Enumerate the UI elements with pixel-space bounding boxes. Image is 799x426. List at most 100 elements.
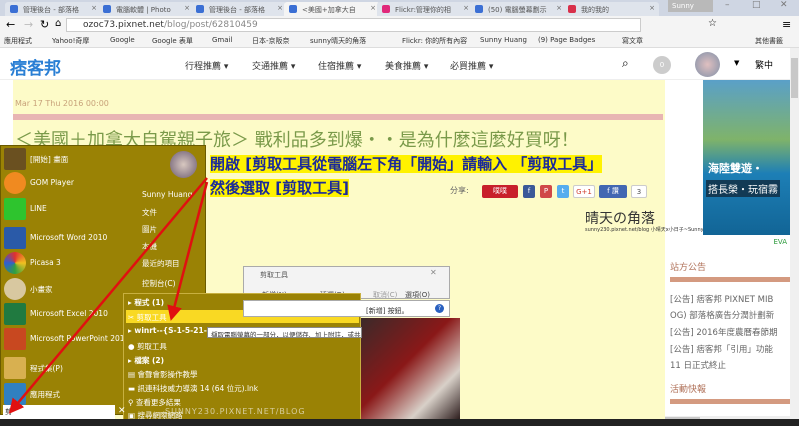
brand-logo: 晴天の角落 <box>585 211 655 227</box>
bookmark[interactable]: Flickr: 你的所有內容 <box>402 36 467 46</box>
nav-itinerary[interactable]: 行程推薦 ▾ <box>185 59 228 72</box>
bookmark[interactable]: Sunny Huang <box>480 36 527 44</box>
control-panel-link[interactable]: 控制台(C) <box>142 278 176 289</box>
tab[interactable]: Flickr:管理你的相 × <box>377 2 473 16</box>
files-header[interactable]: ▸ 檔案 (2) <box>128 355 164 366</box>
pinterest-button[interactable]: P <box>540 185 552 198</box>
user-avatar[interactable] <box>170 151 197 178</box>
facebook-share-button[interactable]: f <box>523 185 535 198</box>
bookmark[interactable]: Google 表單 <box>152 36 193 46</box>
options-button[interactable]: 選項(O) <box>405 290 430 300</box>
snipping-tool-result[interactable]: ● 剪取工具 <box>128 341 167 352</box>
cancel-button[interactable]: 取消(C) <box>373 290 397 300</box>
tab[interactable]: (50) 電腦螢幕劃示 × <box>470 2 566 16</box>
bookmark[interactable]: Gmail <box>212 36 232 44</box>
start-item[interactable]: Picasa 3 <box>0 250 132 276</box>
tab[interactable]: 電腦軟體 | Photo × <box>98 2 194 16</box>
divider <box>670 399 790 404</box>
close-icon[interactable]: × <box>184 4 190 12</box>
close-icon[interactable]: × <box>370 4 376 12</box>
bookmark-apps[interactable]: 應用程式 <box>4 36 32 46</box>
search-icon[interactable]: ⌕ <box>622 56 629 71</box>
bookmark[interactable]: 寫文章 <box>622 36 643 46</box>
tab[interactable]: 管理後台 - 部落格 × <box>5 2 101 16</box>
avatar[interactable] <box>695 52 720 77</box>
star-icon[interactable]: ☆ <box>708 18 717 29</box>
file-result[interactable]: ▤ 會聲會影操作教學 <box>128 369 197 380</box>
scrollbar[interactable] <box>790 48 799 426</box>
notice-item[interactable]: OG) 部落格廣告分潤計劃新 <box>670 309 774 321</box>
close-icon[interactable]: × <box>277 4 283 12</box>
google-plus-button[interactable]: G+1 <box>573 185 595 198</box>
close-icon[interactable]: × <box>91 4 97 12</box>
user-name[interactable]: Sunny Huang <box>142 190 192 199</box>
file-result[interactable]: ▬ 訊連科技威力導演 14 (64 位元).lnk <box>128 383 258 394</box>
start-item-apps[interactable]: 應用程式 <box>0 381 132 407</box>
notice-item[interactable]: [公告] 痞客邦「引用」功能 <box>670 343 773 355</box>
tab-active[interactable]: <美國+加拿大自 × <box>284 2 380 16</box>
minimize-button[interactable]: – <box>725 0 730 10</box>
menu-icon[interactable]: ≡ <box>782 18 791 31</box>
like-count: 3 <box>631 185 647 198</box>
profile-button[interactable]: Sunny <box>668 0 713 12</box>
snipping-tool-result[interactable]: ✂ 剪取工具 <box>128 312 167 323</box>
start-search-input[interactable]: 剪 <box>3 405 115 419</box>
back-icon[interactable]: ← <box>6 18 15 31</box>
app-icon <box>568 5 576 13</box>
pictures-link[interactable]: 圖片 <box>142 224 157 235</box>
nav-lodging[interactable]: 住宿推薦 ▾ <box>318 59 361 72</box>
notification-badge[interactable]: 0 <box>653 56 671 74</box>
nav-shopping[interactable]: 必買推薦 ▾ <box>450 59 493 72</box>
this-pc-link[interactable]: 本機 <box>142 241 157 252</box>
bookmarks-bar: 應用程式 Yahoo!奇摩 Google Google 表單 Gmail 日本-… <box>0 34 799 48</box>
share-label: 分享: <box>450 186 469 195</box>
start-item[interactable]: GOM Player <box>0 170 132 196</box>
powerpoint-icon <box>4 328 26 350</box>
facebook-like-button[interactable]: f 讚 <box>599 185 627 198</box>
language-switch[interactable]: 繁中 <box>755 58 773 71</box>
blogger-icon <box>103 5 111 13</box>
programs-header[interactable]: ▸ 程式 (1) <box>128 297 164 308</box>
globe-icon: ● <box>128 342 135 351</box>
address-bar[interactable]: ozoc73.pixnet.net/blog/post/62810459 <box>66 18 641 32</box>
twitter-button[interactable]: t <box>557 185 569 198</box>
notice-item[interactable]: [公告] 痞客邦 PIXNET MIB <box>670 293 773 305</box>
nav-food[interactable]: 美食推薦 ▾ <box>385 59 428 72</box>
bookmark[interactable]: Google <box>110 36 135 44</box>
nav-transport[interactable]: 交通推薦 ▾ <box>252 59 295 72</box>
start-item[interactable]: Microsoft PowerPoint 2010 <box>0 326 132 352</box>
help-icon[interactable]: ? <box>435 304 444 313</box>
bookmark[interactable]: (9) Page Badges <box>538 36 595 44</box>
home-icon[interactable]: ⌂ <box>55 18 61 29</box>
clear-search-icon[interactable]: ✕ <box>118 406 126 416</box>
close-window-button[interactable]: ✕ <box>780 0 788 10</box>
maximize-button[interactable]: □ <box>752 0 761 10</box>
bookmark-other[interactable]: 其他書籤 <box>755 36 783 46</box>
close-icon[interactable]: ✕ <box>430 268 437 277</box>
notice-item[interactable]: [公告] 2016年度農曆春節期 <box>670 326 777 338</box>
line-icon <box>4 198 26 220</box>
bookmark[interactable]: sunny晴天的角落 <box>310 36 366 46</box>
tab[interactable]: 管理後台 - 部落格 × <box>191 2 287 16</box>
close-icon[interactable]: × <box>463 4 469 12</box>
shortcut-icon: ▬ <box>128 384 136 393</box>
site-logo[interactable]: 痞客邦 <box>10 54 61 79</box>
start-item[interactable]: LINE <box>0 196 132 222</box>
start-item[interactable]: Microsoft Word 2010 <box>0 225 132 251</box>
close-icon[interactable]: × <box>649 4 655 12</box>
recent-items-link[interactable]: 最近的項目 <box>142 258 180 269</box>
forward-icon[interactable]: → <box>24 18 33 31</box>
close-icon[interactable]: × <box>556 4 562 12</box>
reload-icon[interactable]: ↻ <box>40 18 49 31</box>
plurk-button[interactable]: 噗噗 <box>482 185 518 198</box>
documents-link[interactable]: 文件 <box>142 207 157 218</box>
tab[interactable]: 我的我的 × <box>563 2 659 16</box>
start-item[interactable]: 小畫家 <box>0 276 132 302</box>
bookmark[interactable]: Yahoo!奇摩 <box>52 36 89 46</box>
watermark: SUNNY230.PIXNET.NET/BLOG <box>165 407 306 416</box>
bookmark[interactable]: 日本-京阪奈 <box>252 36 290 46</box>
start-item[interactable]: [開始] 畫面 <box>0 146 132 172</box>
chevron-down-icon[interactable]: ▼ <box>734 59 739 67</box>
start-item-programs[interactable]: 程式集(P) <box>0 355 132 381</box>
start-item[interactable]: Microsoft Excel 2010 <box>0 301 132 327</box>
